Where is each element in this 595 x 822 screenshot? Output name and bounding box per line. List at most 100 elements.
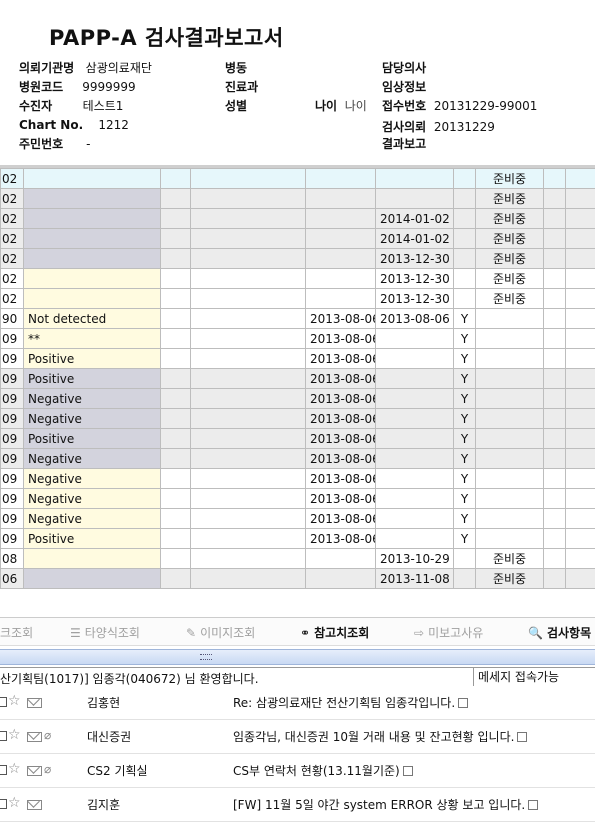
cell-code[interactable]: 02 (1, 169, 24, 189)
cell-report-date[interactable]: 2013-12-30 (376, 269, 454, 289)
cell-code[interactable]: 02 (1, 229, 24, 249)
cell-report-date[interactable]: 2013-12-30 (376, 249, 454, 269)
cell-empty[interactable] (544, 409, 566, 429)
cell-empty[interactable] (566, 569, 595, 589)
cell-empty[interactable] (544, 509, 566, 529)
cell-empty[interactable] (191, 309, 306, 329)
cell-test-date[interactable] (306, 189, 376, 209)
toolbar-item-unreported-reason[interactable]: ⇨미보고사유 (414, 624, 483, 641)
cell-report-date[interactable]: 2013-10-29 (376, 549, 454, 569)
mail-row[interactable]: ☆⌀CS2 기획실CS부 연락처 현황(13.11월기준) (0, 754, 595, 788)
open-external-icon[interactable] (528, 800, 538, 810)
cell-report-date[interactable] (376, 529, 454, 549)
cell-result[interactable]: Positive (24, 529, 161, 549)
cell-status[interactable] (476, 409, 544, 429)
cell-empty[interactable] (191, 389, 306, 409)
cell-test-date[interactable]: 2013-08-06 (306, 469, 376, 489)
cell-status[interactable]: 준비중 (476, 189, 544, 209)
cell-empty[interactable] (544, 269, 566, 289)
table-row[interactable]: 022014-01-02준비중 (1, 209, 595, 229)
mail-subject[interactable]: [FW] 11월 5일 야간 system ERROR 상황 보고 입니다. (233, 796, 538, 813)
table-row[interactable]: 09Negative2013-08-06Y (1, 389, 595, 409)
cell-result[interactable] (24, 229, 161, 249)
cell-empty[interactable] (191, 509, 306, 529)
cell-empty[interactable] (161, 169, 191, 189)
cell-report-date[interactable] (376, 429, 454, 449)
cell-flag[interactable] (454, 229, 476, 249)
cell-result[interactable] (24, 549, 161, 569)
cell-empty[interactable] (161, 189, 191, 209)
cell-empty[interactable] (161, 309, 191, 329)
cell-empty[interactable] (191, 329, 306, 349)
cell-empty[interactable] (191, 289, 306, 309)
cell-empty[interactable] (544, 169, 566, 189)
cell-empty[interactable] (161, 549, 191, 569)
cell-code[interactable]: 09 (1, 349, 24, 369)
cell-status[interactable] (476, 509, 544, 529)
table-row[interactable]: 022013-12-30준비중 (1, 269, 595, 289)
open-external-icon[interactable] (517, 732, 527, 742)
cell-status[interactable] (476, 369, 544, 389)
mail-checkbox[interactable] (0, 731, 7, 741)
cell-status[interactable]: 준비중 (476, 289, 544, 309)
cell-result[interactable]: Negative (24, 509, 161, 529)
cell-empty[interactable] (566, 389, 595, 409)
cell-code[interactable]: 09 (1, 469, 24, 489)
cell-status[interactable] (476, 349, 544, 369)
cell-status[interactable] (476, 469, 544, 489)
cell-status[interactable]: 준비중 (476, 229, 544, 249)
cell-code[interactable]: 08 (1, 549, 24, 569)
cell-empty[interactable] (544, 529, 566, 549)
cell-empty[interactable] (161, 249, 191, 269)
cell-empty[interactable] (544, 469, 566, 489)
cell-status[interactable]: 준비중 (476, 549, 544, 569)
cell-empty[interactable] (161, 409, 191, 429)
cell-result[interactable] (24, 189, 161, 209)
cell-report-date[interactable] (376, 409, 454, 429)
cell-empty[interactable] (566, 489, 595, 509)
cell-result[interactable] (24, 289, 161, 309)
cell-status[interactable] (476, 389, 544, 409)
cell-test-date[interactable] (306, 209, 376, 229)
toolbar-item-chart-view[interactable]: 크조회 (0, 624, 33, 641)
cell-status[interactable]: 준비중 (476, 569, 544, 589)
cell-flag[interactable]: Y (454, 369, 476, 389)
table-row[interactable]: 09Negative2013-08-06Y (1, 469, 595, 489)
cell-empty[interactable] (161, 569, 191, 589)
cell-empty[interactable] (566, 289, 595, 309)
cell-empty[interactable] (191, 409, 306, 429)
cell-result[interactable]: Negative (24, 409, 161, 429)
cell-empty[interactable] (544, 249, 566, 269)
cell-test-date[interactable] (306, 569, 376, 589)
cell-empty[interactable] (191, 249, 306, 269)
cell-flag[interactable] (454, 209, 476, 229)
cell-code[interactable]: 06 (1, 569, 24, 589)
cell-result[interactable]: Positive (24, 349, 161, 369)
cell-empty[interactable] (191, 489, 306, 509)
cell-empty[interactable] (544, 569, 566, 589)
cell-empty[interactable] (566, 509, 595, 529)
mail-sender[interactable]: CS2 기획실 (87, 762, 148, 779)
table-row[interactable]: 02준비중 (1, 169, 595, 189)
cell-code[interactable]: 09 (1, 429, 24, 449)
cell-flag[interactable] (454, 169, 476, 189)
cell-empty[interactable] (161, 529, 191, 549)
cell-flag[interactable]: Y (454, 449, 476, 469)
cell-empty[interactable] (191, 169, 306, 189)
mail-checkbox[interactable] (0, 799, 7, 809)
toolbar-item-reference-view[interactable]: ⚭참고치조회 (300, 624, 369, 641)
cell-test-date[interactable]: 2013-08-06 (306, 329, 376, 349)
table-row[interactable]: 09**2013-08-06Y (1, 329, 595, 349)
cell-test-date[interactable]: 2013-08-06 (306, 529, 376, 549)
cell-empty[interactable] (566, 349, 595, 369)
cell-result[interactable] (24, 209, 161, 229)
cell-test-date[interactable] (306, 229, 376, 249)
cell-empty[interactable] (191, 209, 306, 229)
cell-flag[interactable]: Y (454, 509, 476, 529)
cell-result[interactable]: Negative (24, 489, 161, 509)
table-row[interactable]: 08 2013-10-29 준비중 (1, 549, 595, 569)
cell-empty[interactable] (566, 169, 595, 189)
cell-empty[interactable] (544, 549, 566, 569)
cell-result[interactable] (24, 169, 161, 189)
cell-report-date[interactable] (376, 329, 454, 349)
